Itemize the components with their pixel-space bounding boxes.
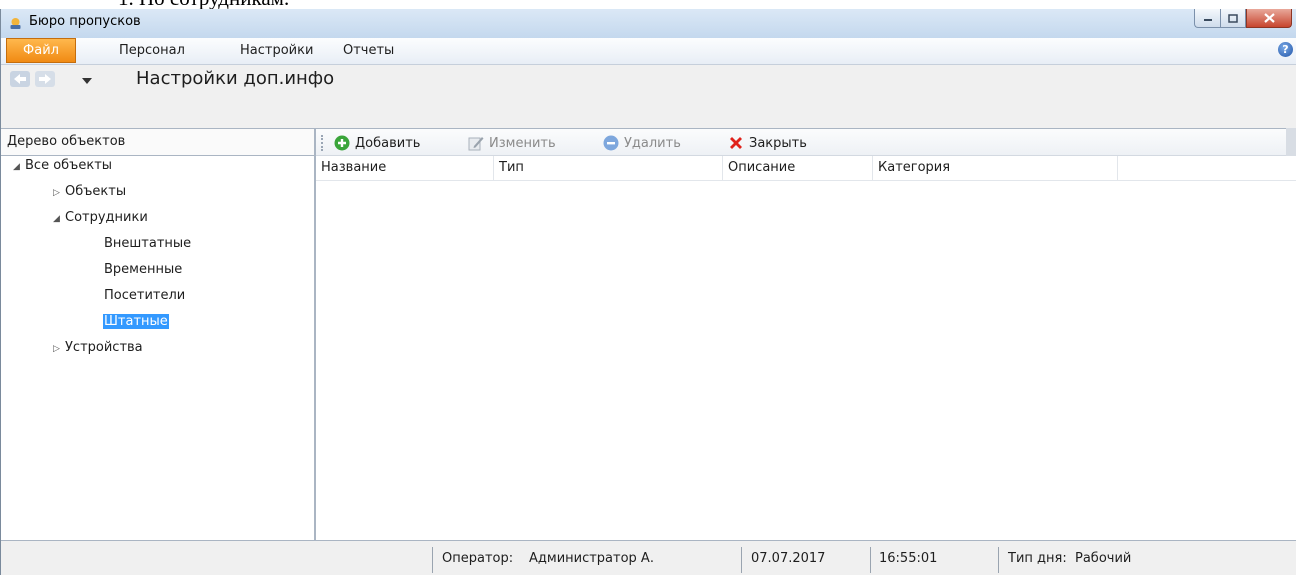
status-separator xyxy=(741,547,742,573)
app-window: Бюро пропусков Файл Персонал Настройки О… xyxy=(0,9,1296,575)
column-header-description[interactable]: Описание xyxy=(723,156,873,180)
column-header-type[interactable]: Тип xyxy=(494,156,723,180)
operator-name: Администратор А. xyxy=(529,551,654,566)
status-separator xyxy=(870,547,871,573)
page-title: Настройки доп.инфо xyxy=(136,68,335,89)
maximize-button[interactable] xyxy=(1220,9,1246,28)
menu-reports[interactable]: Отчеты xyxy=(343,43,394,58)
help-icon[interactable]: ? xyxy=(1278,42,1293,57)
day-type-value: Рабочий xyxy=(1075,551,1132,566)
day-type-label: Тип дня: xyxy=(1008,551,1067,566)
maximize-icon xyxy=(1228,13,1238,23)
tree-panel-header: Дерево объектов xyxy=(1,128,315,156)
menu-file[interactable]: Файл xyxy=(6,38,76,63)
window-controls xyxy=(1194,9,1292,29)
add-button[interactable]: Добавить xyxy=(334,134,420,152)
menu-personnel[interactable]: Персонал xyxy=(119,43,185,58)
edit-button-label: Изменить xyxy=(489,135,556,151)
minimize-icon xyxy=(1203,19,1212,21)
close-button[interactable]: Закрыть xyxy=(728,134,807,152)
minus-circle-icon xyxy=(603,135,619,151)
tree-node-staff[interactable]: Штатные xyxy=(103,314,169,329)
toolbar-grip[interactable] xyxy=(321,135,325,151)
operator-label: Оператор: xyxy=(442,551,514,566)
tree-node-all-objects[interactable]: ◢ Все объекты xyxy=(13,158,112,173)
column-header-category[interactable]: Категория xyxy=(873,156,1118,180)
expanded-triangle-icon[interactable]: ◢ xyxy=(53,214,65,224)
status-time: 16:55:01 xyxy=(879,551,938,566)
close-button-label: Закрыть xyxy=(749,135,807,151)
delete-button[interactable]: Удалить xyxy=(603,134,681,152)
minimize-button[interactable] xyxy=(1194,9,1220,28)
column-header-name[interactable]: Название xyxy=(316,156,494,180)
menu-settings[interactable]: Настройки xyxy=(240,43,313,58)
tree-node-temporary[interactable]: Временные xyxy=(104,262,182,277)
tree-node-objects[interactable]: ▷ Объекты xyxy=(53,184,126,199)
tree-node-employees[interactable]: ◢ Сотрудники xyxy=(53,210,148,225)
object-tree: ◢ Все объекты ▷ Объекты ◢ Сотрудники Внешта… xyxy=(1,156,314,540)
tree-node-freelance[interactable]: Внештатные xyxy=(104,236,191,251)
edit-button[interactable]: Изменить xyxy=(468,134,556,152)
delete-button-label: Удалить xyxy=(624,135,681,151)
add-icon xyxy=(334,135,350,151)
tree-panel-title: Дерево объектов xyxy=(7,134,126,149)
close-icon xyxy=(1263,13,1275,23)
collapsed-triangle-icon[interactable]: ▷ xyxy=(53,344,65,354)
status-separator xyxy=(998,547,999,573)
close-window-button[interactable] xyxy=(1246,9,1292,28)
menu-bar: Файл Персонал Настройки Отчеты ? xyxy=(1,38,1296,65)
status-date: 07.07.2017 xyxy=(751,551,826,566)
add-button-label: Добавить xyxy=(355,135,421,151)
expanded-triangle-icon[interactable]: ◢ xyxy=(13,162,25,172)
window-title: Бюро пропусков xyxy=(29,14,141,29)
grid-header: Название Тип Описание Категория xyxy=(316,156,1296,181)
tree-node-devices[interactable]: ▷ Устройства xyxy=(53,340,143,355)
navigation-bar: Настройки доп.инфо xyxy=(1,65,1296,93)
status-bar: Оператор: Администратор А. 07.07.2017 16… xyxy=(1,540,1296,575)
forward-arrow-icon[interactable] xyxy=(35,71,55,87)
toolbar-overflow[interactable] xyxy=(1286,128,1296,156)
tree-node-visitors[interactable]: Посетители xyxy=(104,288,185,303)
grid-toolbar: Добавить Изменить Удалить Закрыть xyxy=(316,128,1296,156)
chevron-down-icon[interactable] xyxy=(82,78,92,84)
data-grid: Название Тип Описание Категория xyxy=(316,156,1296,540)
title-bar[interactable]: Бюро пропусков xyxy=(1,9,1296,39)
app-icon xyxy=(10,18,21,29)
back-arrow-icon[interactable] xyxy=(10,71,30,87)
status-separator xyxy=(432,547,433,573)
red-x-icon xyxy=(730,137,742,149)
edit-pencil-icon xyxy=(468,137,484,151)
collapsed-triangle-icon[interactable]: ▷ xyxy=(53,188,65,198)
